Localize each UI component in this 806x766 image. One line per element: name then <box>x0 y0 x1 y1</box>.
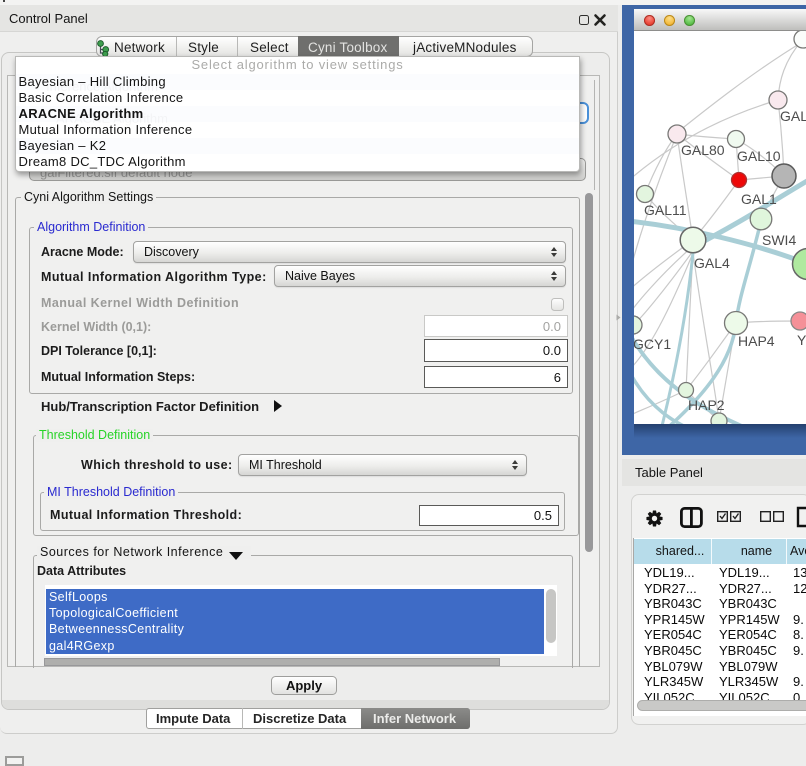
svg-text:GCY1: GCY1 <box>634 336 671 352</box>
svg-text:HAP4: HAP4 <box>738 333 775 349</box>
svg-text:GAL10: GAL10 <box>737 148 781 164</box>
svg-text:GAL11: GAL11 <box>644 202 687 218</box>
svg-text:GAL80: GAL80 <box>681 142 725 158</box>
svg-text:YGL: YGL <box>797 332 806 348</box>
svg-text:GAL4: GAL4 <box>694 255 730 271</box>
svg-text:GAL1: GAL1 <box>741 191 777 207</box>
svg-text:HAP2: HAP2 <box>688 397 725 413</box>
svg-text:GAL2: GAL2 <box>780 108 806 124</box>
svg-text:SWI4: SWI4 <box>762 232 796 248</box>
